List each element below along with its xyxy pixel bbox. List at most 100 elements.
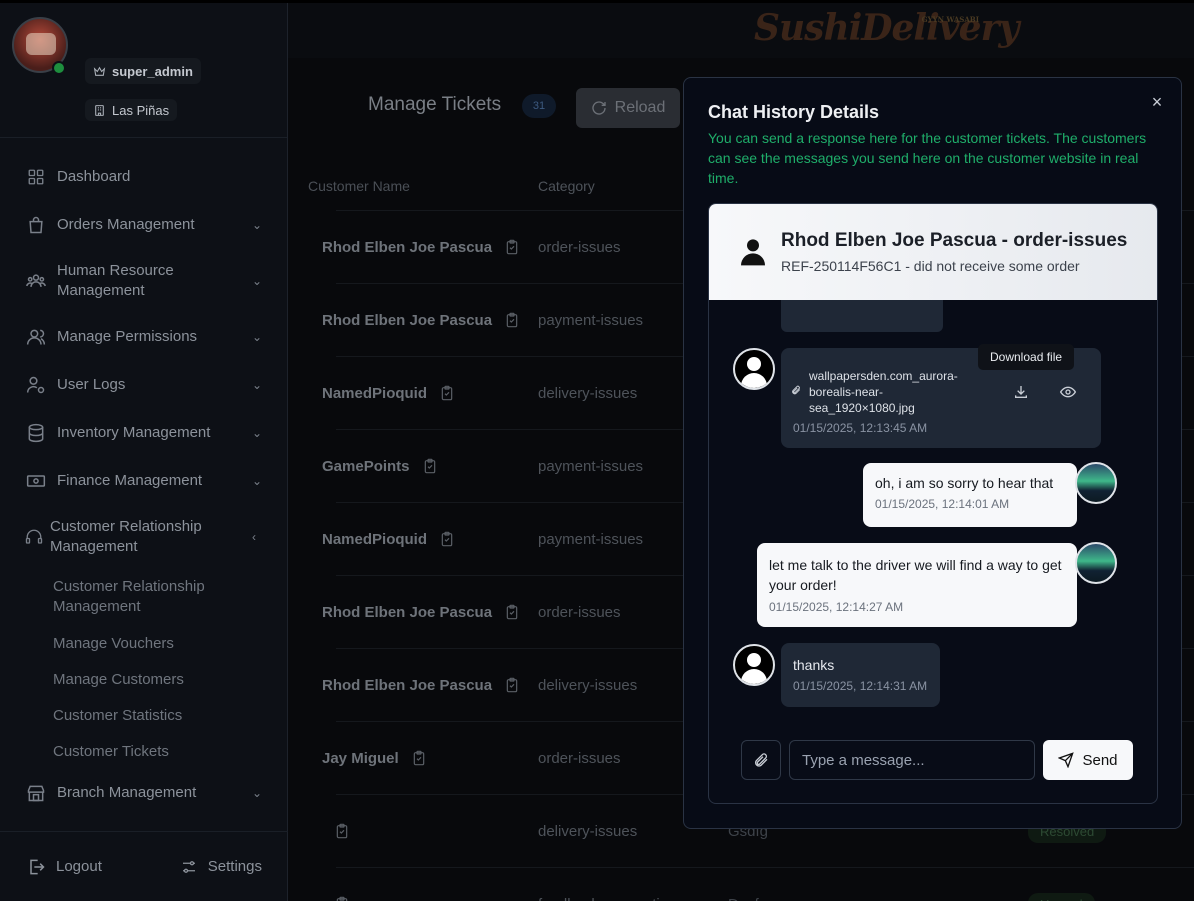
logout-button[interactable]: Logout <box>26 857 102 877</box>
logout-label: Logout <box>56 858 102 875</box>
message-list[interactable]: wallpapersden.com_aurora-borealis-near-s… <box>709 300 1157 715</box>
sidebar-subitem-tickets[interactable]: Customer Tickets <box>0 733 288 769</box>
shopping-bag-icon <box>26 215 46 235</box>
sidebar-item-permissions[interactable]: Manage Permissions ⌄ <box>0 313 288 361</box>
logo-text: SushiDelivery <box>754 7 1019 49</box>
customer-name: Rhod Elben Joe Pascua <box>322 676 493 694</box>
clipboard-check-icon[interactable] <box>334 822 350 840</box>
file-name: wallpapersden.com_aurora-borealis-near-s… <box>809 369 958 415</box>
store-icon <box>26 783 46 803</box>
sidebar-item-label: Dashboard <box>57 168 131 185</box>
customer-name: Rhod Elben Joe Pascua <box>322 311 493 329</box>
reload-button[interactable]: Reload <box>576 88 680 128</box>
admin-avatar <box>1075 542 1117 584</box>
sidebar-item-label: Finance Management <box>57 472 203 489</box>
eye-icon[interactable] <box>1059 384 1077 400</box>
sidebar-item-hr[interactable]: Human Resource Management ⌄ <box>0 249 288 313</box>
sidebar-item-inventory[interactable]: Inventory Management ⌄ <box>0 409 288 457</box>
chevron-down-icon: ⌄ <box>252 274 263 288</box>
customer-message-bubble: thanks 01/15/2025, 12:14:31 AM <box>781 643 940 707</box>
brand-logo[interactable]: SushiDelivery GYYN WASABI <box>754 7 1019 53</box>
clipboard-check-icon[interactable] <box>504 238 520 256</box>
message-text: oh, i am so sorry to hear that <box>875 475 1054 491</box>
grid-icon <box>26 167 46 187</box>
sidebar-item-label: Manage Permissions <box>57 328 198 345</box>
chevron-left-icon: ‹ <box>252 530 256 544</box>
sidebar-item-crm[interactable]: Customer Relationship Management ‹ <box>0 505 288 569</box>
customer-name: Jay Miguel <box>322 749 399 767</box>
banknote-icon <box>26 471 46 491</box>
clipboard-check-icon[interactable] <box>422 457 438 475</box>
sidebar-item-label: Human Resource Management <box>57 262 174 299</box>
sidebar-footer: Logout Settings <box>0 831 288 901</box>
sidebar-subitem-crm[interactable]: Customer Relationship Management <box>0 569 288 625</box>
settings-button[interactable]: Settings <box>180 858 262 876</box>
top-bar: SushiDelivery GYYN WASABI <box>288 3 1194 58</box>
settings-label: Settings <box>207 858 262 875</box>
table-row[interactable]: feedback-suggestionsDsafwUnread <box>336 868 1194 901</box>
sidebar-item-label: Orders Management <box>57 216 195 233</box>
sidebar-item-label: Branch Management <box>57 784 197 801</box>
chat-header: Rhod Elben Joe Pascua - order-issues REF… <box>709 204 1157 300</box>
refresh-icon <box>591 100 607 116</box>
file-actions <box>1013 384 1077 400</box>
sidebar-item-branch[interactable]: Branch Management ⌄ <box>0 769 288 817</box>
customer-avatar <box>733 348 775 390</box>
sidebar-item-user-logs[interactable]: User Logs ⌄ <box>0 361 288 409</box>
clipboard-check-icon[interactable] <box>504 311 520 329</box>
previous-message-bubble <box>781 300 943 332</box>
send-label: Send <box>1082 751 1118 769</box>
headset-icon <box>24 527 44 547</box>
sidebar-item-label: Inventory Management <box>57 424 211 441</box>
download-icon[interactable] <box>1013 384 1029 400</box>
clipboard-check-icon[interactable] <box>504 676 520 694</box>
logout-icon <box>26 857 46 877</box>
admin-message-bubble: oh, i am so sorry to hear that 01/15/202… <box>863 463 1077 527</box>
subject-cell: Dsafw <box>728 896 1028 901</box>
chat-panel: Rhod Elben Joe Pascua - order-issues REF… <box>708 203 1158 804</box>
building-icon <box>93 104 106 117</box>
sidebar-item-finance[interactable]: Finance Management ⌄ <box>0 457 288 505</box>
status-badge: Unread <box>1028 892 1095 901</box>
send-button[interactable]: Send <box>1043 740 1133 780</box>
clipboard-check-icon[interactable] <box>411 749 427 767</box>
customer-name-cell: Rhod Elben Joe Pascua <box>322 311 524 329</box>
message-input[interactable] <box>789 740 1035 780</box>
download-tooltip: Download file <box>978 344 1075 370</box>
sidebar-item-orders[interactable]: Orders Management ⌄ <box>0 201 288 249</box>
clipboard-check-icon[interactable] <box>334 895 350 901</box>
customer-name: Rhod Elben Joe Pascua <box>322 603 493 621</box>
sidebar-subitem-vouchers[interactable]: Manage Vouchers <box>0 625 288 661</box>
customer-name-cell: GamePoints <box>322 457 524 475</box>
column-header-name: Customer Name <box>308 177 410 194</box>
modal-title: Chat History Details <box>708 102 880 122</box>
paperclip-icon <box>753 752 769 768</box>
customer-name-cell <box>322 895 524 901</box>
sidebar-item-dashboard[interactable]: Dashboard <box>0 153 288 201</box>
chevron-down-icon: ⌄ <box>252 378 263 392</box>
sidebar-subitem-customers[interactable]: Manage Customers <box>0 661 288 697</box>
database-icon <box>26 423 46 443</box>
sidebar-subitem-statistics[interactable]: Customer Statistics <box>0 697 288 733</box>
message-text: thanks <box>793 657 835 673</box>
chat-customer-name: Rhod Elben Joe Pascua - order-issues <box>781 230 1128 251</box>
message-text: let me talk to the driver we will find a… <box>769 557 1062 593</box>
user-group-icon <box>26 327 46 347</box>
users-icon <box>26 271 46 291</box>
send-icon <box>1058 752 1075 768</box>
attach-file-button[interactable] <box>741 740 781 780</box>
close-button[interactable]: × <box>1147 92 1167 112</box>
user-cog-icon <box>26 375 46 395</box>
clipboard-check-icon[interactable] <box>439 384 455 402</box>
message-timestamp: 01/15/2025, 12:14:27 AM <box>769 600 904 614</box>
role-label: super_admin <box>112 63 193 79</box>
customer-name: NamedPioquid <box>322 384 428 402</box>
customer-name-cell: Rhod Elben Joe Pascua <box>322 603 524 621</box>
clipboard-check-icon[interactable] <box>504 603 520 621</box>
clipboard-check-icon[interactable] <box>439 530 455 548</box>
customer-name: GamePoints <box>322 457 410 475</box>
profile-section: super_admin Las Piñas <box>0 3 287 138</box>
customer-name-cell: NamedPioquid <box>322 384 524 402</box>
paperclip-icon <box>791 384 801 396</box>
sliders-icon <box>180 858 198 876</box>
